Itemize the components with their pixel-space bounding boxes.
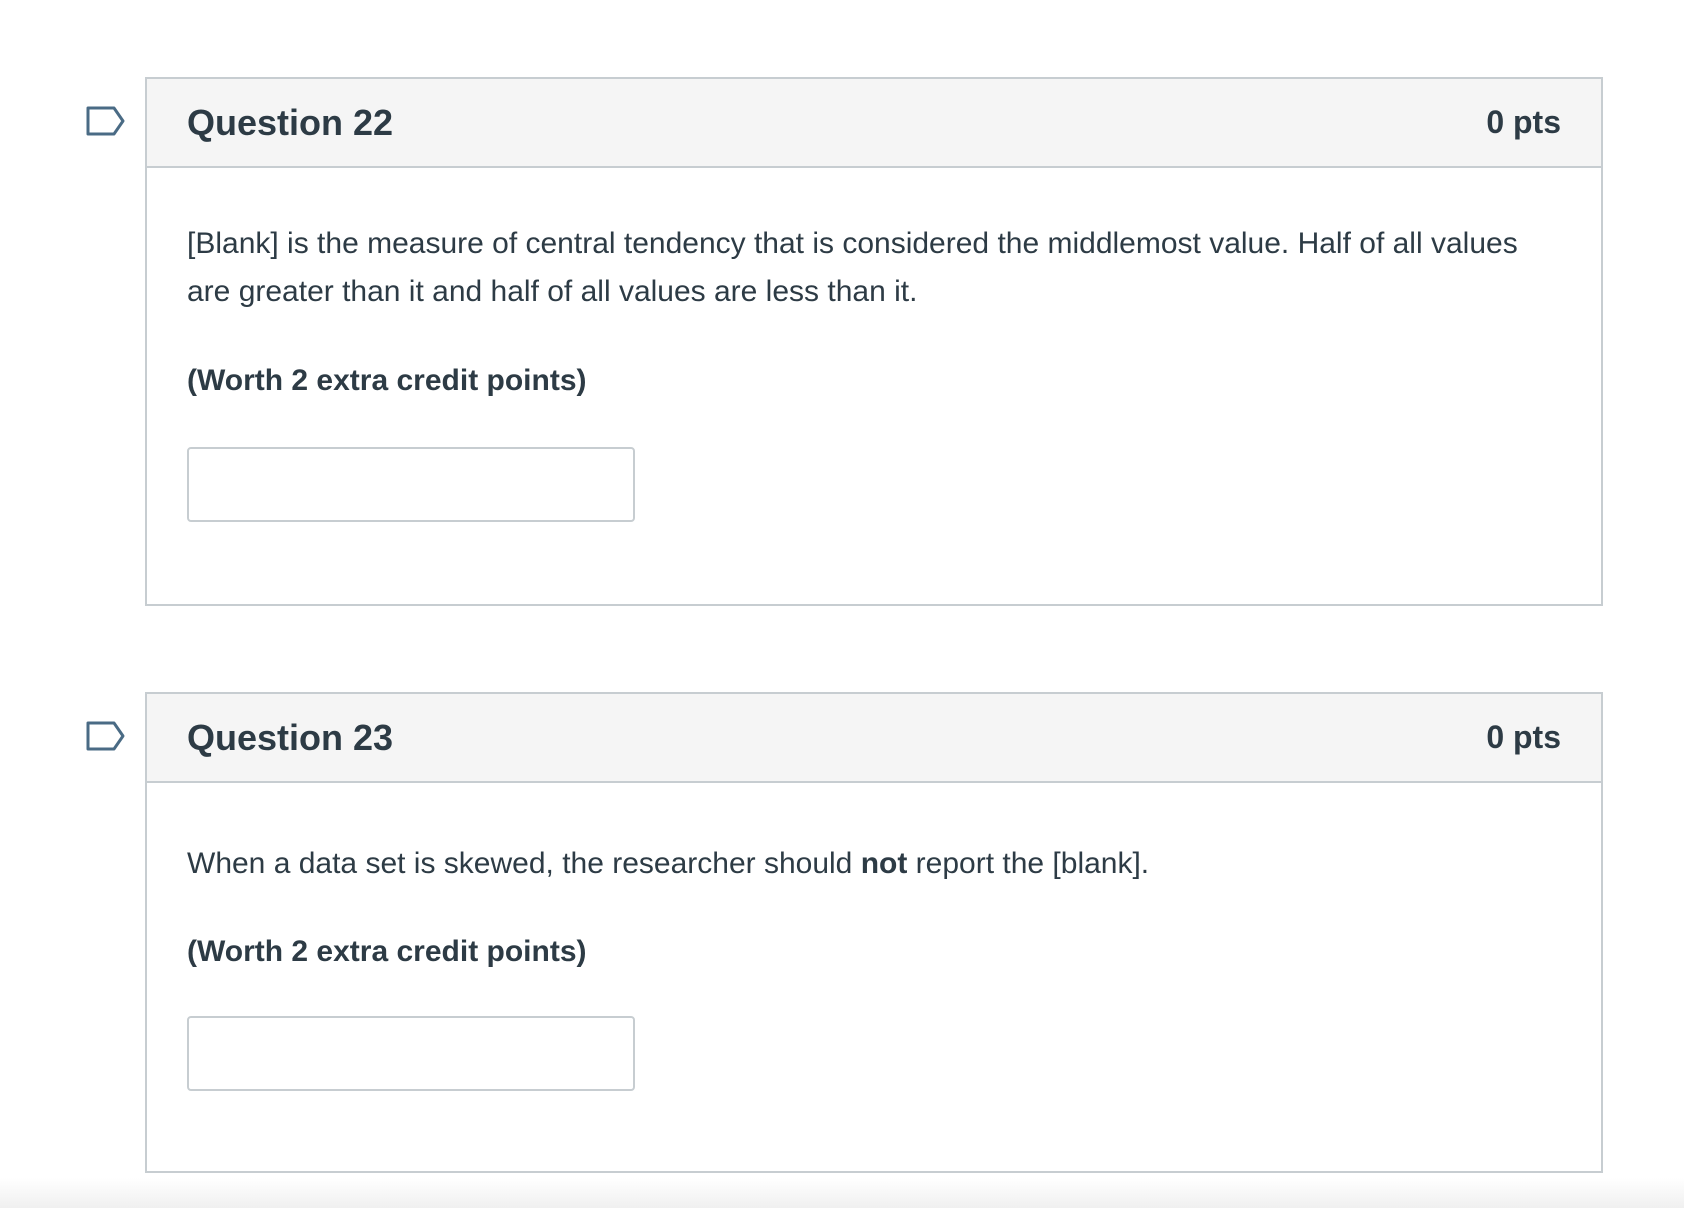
- question-note: (Worth 2 extra credit points): [187, 364, 587, 397]
- flag-question-icon[interactable]: [86, 721, 126, 751]
- question-22-card: Question 22 0 pts [Blank] is the measure…: [145, 77, 1603, 606]
- question-title: Question 22: [187, 101, 394, 143]
- question-text-after: report the [blank].: [907, 847, 1150, 880]
- question-body: [Blank] is the measure of central tenden…: [147, 168, 1601, 522]
- question-23-card: Question 23 0 pts When a data set is ske…: [145, 692, 1603, 1173]
- question-points: 0 pts: [1486, 104, 1561, 140]
- question-text-before: When a data set is skewed, the researche…: [187, 847, 861, 880]
- question-header: Question 23 0 pts: [147, 694, 1601, 783]
- answer-input[interactable]: [187, 1016, 635, 1091]
- question-body: When a data set is skewed, the researche…: [147, 783, 1601, 1091]
- question-text-emphasis: not: [860, 847, 908, 880]
- answer-input[interactable]: [187, 447, 635, 522]
- flag-question-icon[interactable]: [86, 106, 126, 136]
- question-note: (Worth 2 extra credit points): [187, 935, 587, 968]
- question-text: When a data set is skewed, the researche…: [187, 783, 1547, 888]
- question-text: [Blank] is the measure of central tenden…: [187, 227, 1518, 308]
- bottom-fade: [0, 1178, 1684, 1208]
- question-points: 0 pts: [1486, 719, 1561, 755]
- question-title: Question 23: [187, 716, 394, 758]
- question-header: Question 22 0 pts: [147, 79, 1601, 168]
